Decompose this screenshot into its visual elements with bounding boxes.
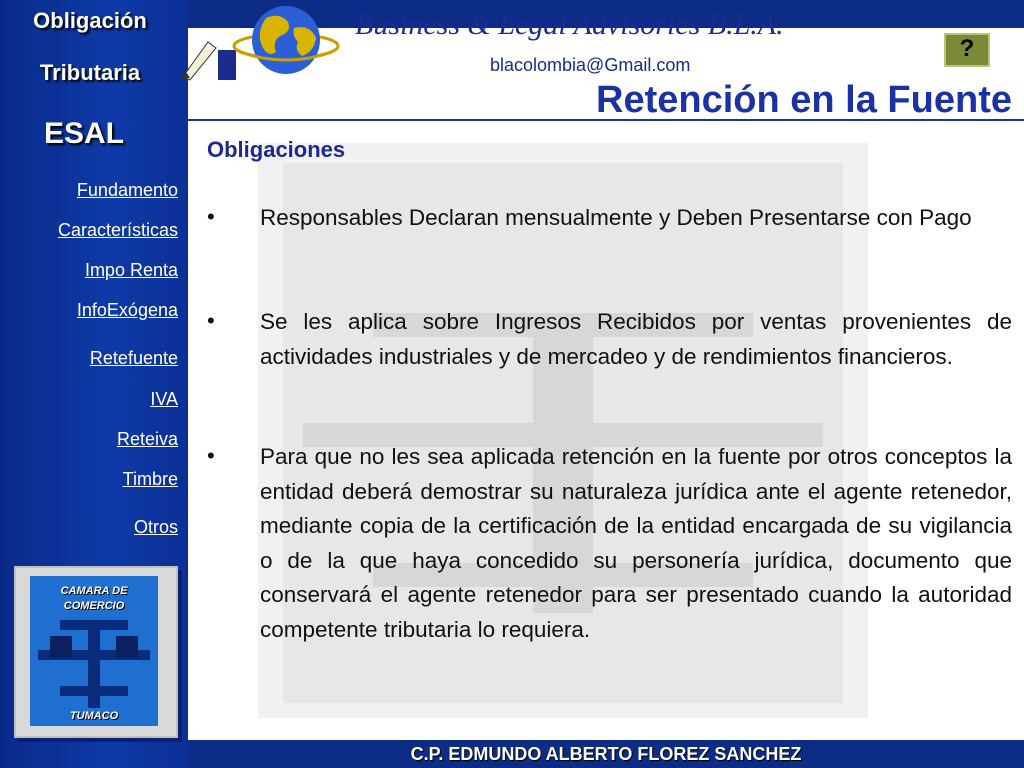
bullet-marker: • [207,204,215,229]
sidebar: Obligación Tributaria ESAL Fundamento Ca… [0,0,188,768]
sidebar-link-infoexogena[interactable]: InfoExógena [77,300,178,321]
camara-comercio-logo: CAMARA DE COMERCIO TUMACO [14,566,178,738]
sidebar-link-caracteristicas[interactable]: Características [58,220,178,241]
sidebar-link-retefuente[interactable]: Retefuente [90,348,178,369]
brand-name: Business & Legal Advisories B.L.A. [355,8,784,41]
logo-text-bottom: TUMACO [69,710,119,722]
contact-email: blacolombia@Gmail.com [490,55,691,75]
bullet-text: Para que no les sea aplicada retención e… [260,444,1012,642]
bullet-marker: • [207,308,215,333]
sidebar-link-fundamento[interactable]: Fundamento [77,180,178,201]
help-button[interactable]: ? [944,33,990,67]
bullet-text: Se les aplica sobre Ingresos Recibidos p… [260,309,1012,369]
bullet-text: Responsables Declaran mensualmente y Deb… [260,205,972,230]
sidebar-link-otros[interactable]: Otros [134,517,178,538]
logo-text-top: CAMARA DE COMERCIO [60,585,128,612]
title-divider [188,119,1024,121]
quill-pen-icon [180,41,236,81]
sidebar-link-timbre[interactable]: Timbre [123,469,178,490]
page-title: Retención en la Fuente [596,79,1012,121]
sidebar-title-line1: Obligación [33,8,147,33]
sidebar-link-impo-renta[interactable]: Impo Renta [85,260,178,281]
bullet-marker: • [207,443,215,468]
question-mark-icon: ? [959,35,975,62]
section-heading: Obligaciones [207,137,346,162]
sidebar-link-iva[interactable]: IVA [150,389,178,410]
globe-icon [232,6,340,74]
footer-author: C.P. EDMUNDO ALBERTO FLOREZ SANCHEZ [410,744,802,764]
sidebar-subtitle: ESAL [43,117,124,150]
sidebar-title-line2: Tributaria [39,60,141,85]
sidebar-link-reteiva[interactable]: Reteiva [117,429,178,450]
